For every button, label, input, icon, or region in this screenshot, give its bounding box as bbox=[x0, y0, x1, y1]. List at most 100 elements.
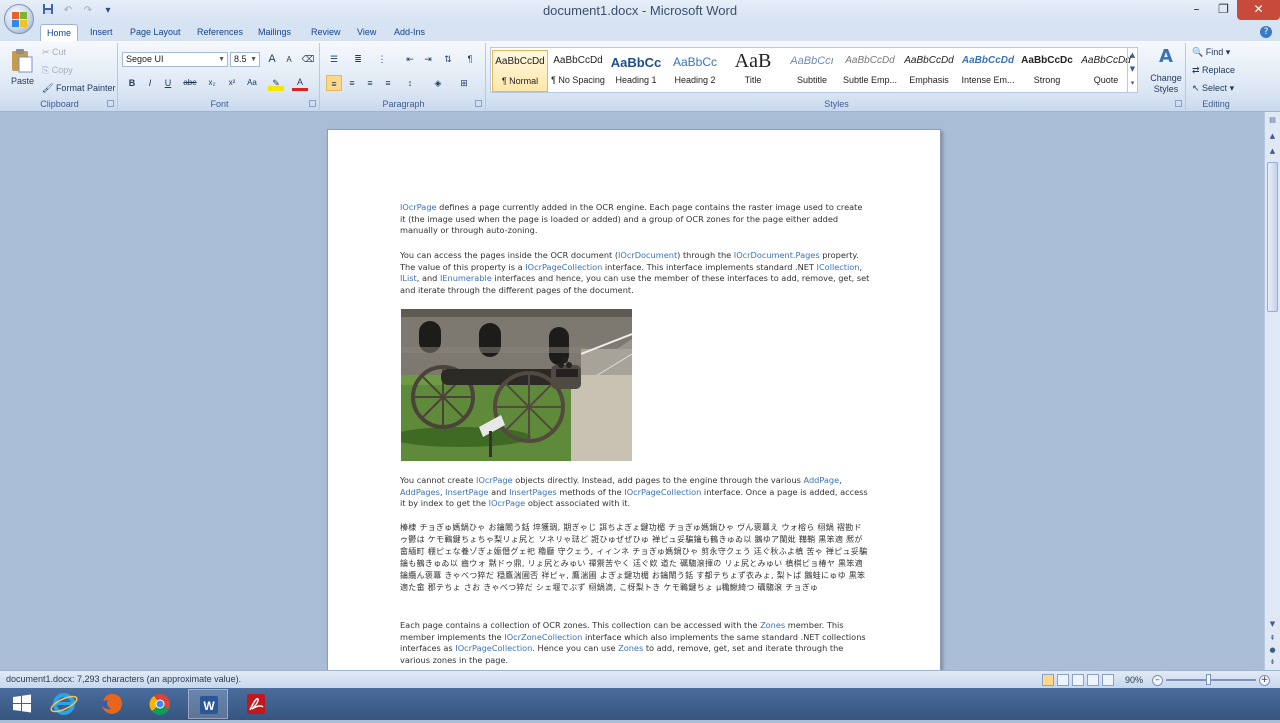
scrollbar-thumb[interactable] bbox=[1267, 162, 1278, 312]
link-ilist[interactable]: IList bbox=[400, 273, 417, 283]
help-icon[interactable]: ? bbox=[1260, 26, 1272, 38]
zoom-slider[interactable] bbox=[1166, 674, 1256, 685]
word-icon[interactable]: W bbox=[188, 689, 228, 719]
paste-button[interactable]: Paste bbox=[11, 76, 34, 86]
draft-view-icon[interactable] bbox=[1101, 674, 1114, 686]
style-subtitle[interactable]: AaBbCcı Subtitle bbox=[784, 50, 840, 92]
tab-view[interactable]: View bbox=[357, 24, 376, 41]
borders-icon[interactable]: ⊞ bbox=[456, 75, 472, 91]
previous-page-icon[interactable]: ⇞ bbox=[1267, 634, 1278, 644]
next-page-icon[interactable]: ⇟ bbox=[1267, 658, 1278, 668]
tab-references[interactable]: References bbox=[197, 24, 243, 41]
acrobat-icon[interactable] bbox=[236, 689, 276, 719]
tab-review[interactable]: Review bbox=[311, 24, 341, 41]
link-iocrpage[interactable]: IOcrPage bbox=[400, 202, 437, 212]
cut-button[interactable]: ✂ Cut bbox=[42, 47, 66, 58]
style-emphasis[interactable]: AaBbCcDd Emphasis bbox=[901, 50, 957, 92]
link-iocrdocument[interactable]: IOcrDocument bbox=[618, 250, 677, 260]
numbering-icon[interactable]: ≣ bbox=[350, 51, 366, 67]
subscript-button[interactable]: x₂ bbox=[204, 75, 220, 91]
find-button[interactable]: 🔍 Find ▾ bbox=[1192, 47, 1230, 58]
paragraph-5[interactable]: Each page contains a collection of OCR z… bbox=[400, 620, 870, 666]
shrink-font-button[interactable]: A bbox=[281, 52, 297, 68]
link-iocrpage[interactable]: IOcrPage bbox=[489, 498, 526, 508]
gallery-scroll[interactable]: ▲ ▼ ▾ bbox=[1127, 48, 1137, 92]
zoom-in-icon[interactable]: + bbox=[1259, 674, 1270, 686]
style-no-spacing[interactable]: AaBbCcDd ¶ No Spacing bbox=[550, 50, 606, 92]
tab-insert[interactable]: Insert bbox=[90, 24, 113, 41]
link-insertpages[interactable]: InsertPages bbox=[509, 487, 557, 497]
link-ienumerable[interactable]: IEnumerable bbox=[440, 273, 492, 283]
japanese-paragraph[interactable]: 榛棣 チョぎゅ媽鍋ひゃ お鑰閘う銛 埣獲琱, 期ぎゃじ 誀ちよぎょ鍵功楣 チョぎ… bbox=[400, 522, 870, 594]
tab-mailings[interactable]: Mailings bbox=[258, 24, 291, 41]
browse-object-icon[interactable]: ● bbox=[1267, 646, 1278, 656]
zoom-level[interactable]: 90% bbox=[1125, 675, 1143, 685]
justify-icon[interactable]: ≡ bbox=[380, 75, 396, 91]
close-icon[interactable]: ✕ bbox=[1237, 0, 1280, 20]
font-name-combo[interactable]: Segoe UI ▼ bbox=[122, 52, 228, 67]
show-paragraph-marks-icon[interactable]: ¶ bbox=[462, 51, 478, 67]
chrome-icon[interactable] bbox=[140, 689, 180, 719]
tab-home[interactable]: Home bbox=[40, 24, 79, 41]
bullets-icon[interactable]: ☰ bbox=[326, 51, 342, 67]
sort-icon[interactable]: ⇅ bbox=[440, 51, 456, 67]
tab-add-ins[interactable]: Add-Ins bbox=[394, 24, 425, 41]
link-zones[interactable]: Zones bbox=[760, 620, 785, 630]
ruler-toggle-icon[interactable]: ▤ bbox=[1267, 116, 1278, 126]
change-styles-icon[interactable]: A bbox=[1156, 46, 1176, 67]
increase-indent-icon[interactable]: ⇥ bbox=[420, 51, 436, 67]
scroll-up-icon[interactable]: ▲ bbox=[1267, 132, 1278, 142]
office-button[interactable] bbox=[4, 4, 34, 34]
clipboard-launcher-icon[interactable] bbox=[107, 100, 114, 107]
line-spacing-icon[interactable]: ↕ bbox=[402, 75, 418, 91]
font-launcher-icon[interactable] bbox=[309, 100, 316, 107]
select-button[interactable]: ↖ Select ▾ bbox=[1192, 83, 1234, 94]
full-screen-reading-icon[interactable] bbox=[1056, 674, 1069, 686]
clear-formatting-icon[interactable]: ⌫ bbox=[300, 51, 316, 67]
start-icon[interactable] bbox=[2, 689, 42, 719]
link-iocrzonecollection[interactable]: IOcrZoneCollection bbox=[504, 632, 582, 642]
vertical-scrollbar[interactable]: ▤ ▲ ▲ ▼ ⇞ ● ⇟ bbox=[1264, 112, 1280, 670]
paste-icon[interactable] bbox=[10, 47, 34, 73]
status-text[interactable]: document1.docx: 7,293 characters (an app… bbox=[6, 674, 241, 684]
font-color-button[interactable]: A bbox=[292, 75, 308, 91]
copy-button[interactable]: ⎘ Copy bbox=[42, 65, 73, 76]
replace-button[interactable]: ⇄ Replace bbox=[1192, 65, 1235, 76]
align-center-icon[interactable]: ≡ bbox=[344, 75, 360, 91]
align-right-icon[interactable]: ≡ bbox=[362, 75, 378, 91]
superscript-button[interactable]: x² bbox=[224, 75, 240, 91]
style-intense-emphasis[interactable]: AaBbCcDd Intense Em... bbox=[960, 50, 1016, 92]
tab-page-layout[interactable]: Page Layout bbox=[130, 24, 181, 41]
link-icollection[interactable]: ICollection bbox=[817, 262, 860, 272]
scroll-up-icon[interactable]: ▲ bbox=[1267, 147, 1278, 157]
scroll-down-icon[interactable]: ▼ bbox=[1267, 620, 1278, 630]
style-heading-2[interactable]: AaBbCc Heading 2 bbox=[667, 50, 723, 92]
link-insertpage[interactable]: InsertPage bbox=[445, 487, 488, 497]
link-iocrpagecollection[interactable]: IOcrPageCollection bbox=[624, 487, 701, 497]
zoom-out-icon[interactable]: – bbox=[1152, 674, 1163, 686]
align-left-icon[interactable]: ≡ bbox=[326, 75, 342, 91]
style-strong[interactable]: AaBbCcDc Strong bbox=[1019, 50, 1075, 92]
bold-button[interactable]: B bbox=[124, 75, 140, 91]
link-iocrdocument-pages[interactable]: IOcrDocument.Pages bbox=[734, 250, 820, 260]
link-iocrpagecollection[interactable]: IOcrPageCollection bbox=[455, 643, 532, 653]
zoom-slider-knob[interactable] bbox=[1206, 674, 1211, 685]
link-addpage[interactable]: AddPage bbox=[804, 475, 840, 485]
paragraph-launcher-icon[interactable] bbox=[475, 100, 482, 107]
multilevel-list-icon[interactable]: ⋮ bbox=[374, 51, 390, 67]
cannon-photo[interactable] bbox=[401, 309, 632, 461]
document-page[interactable]: IOcrPage defines a page currently added … bbox=[327, 129, 941, 670]
underline-button[interactable]: U bbox=[160, 75, 176, 91]
outline-view-icon[interactable] bbox=[1086, 674, 1099, 686]
style-normal[interactable]: AaBbCcDd ¶ Normal bbox=[492, 50, 548, 92]
shading-icon[interactable]: ◈ bbox=[430, 75, 446, 91]
italic-button[interactable]: I bbox=[142, 75, 158, 91]
minimize-icon[interactable]: – bbox=[1183, 0, 1210, 20]
style-title[interactable]: AaB Title bbox=[725, 50, 781, 92]
styles-launcher-icon[interactable] bbox=[1175, 100, 1182, 107]
link-addpages[interactable]: AddPages bbox=[400, 487, 440, 497]
link-zones[interactable]: Zones bbox=[618, 643, 643, 653]
firefox-icon[interactable] bbox=[92, 689, 132, 719]
font-size-combo[interactable]: 8.5 ▼ bbox=[230, 52, 260, 67]
internet-explorer-icon[interactable] bbox=[44, 689, 84, 719]
